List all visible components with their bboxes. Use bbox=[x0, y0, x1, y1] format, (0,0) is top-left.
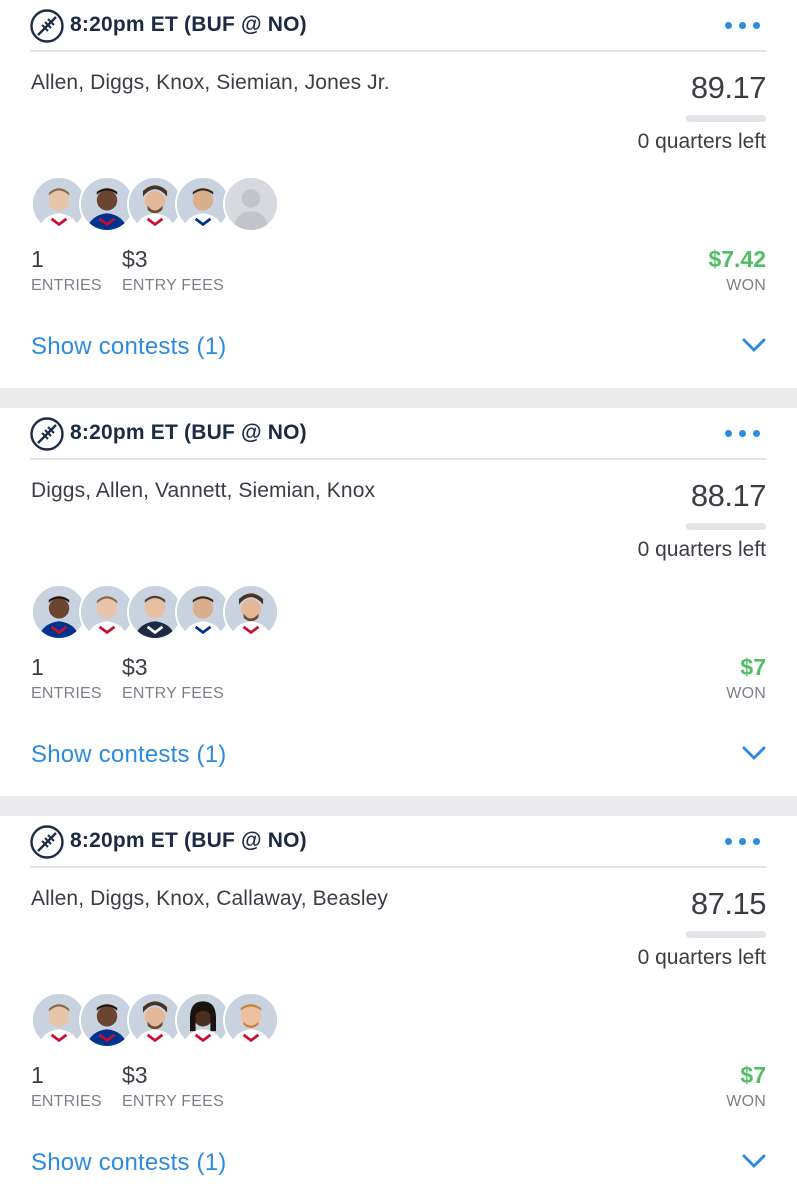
show-contests-link[interactable]: Show contests (1) bbox=[31, 741, 226, 769]
progress-bar bbox=[686, 931, 766, 938]
show-contests-link[interactable]: Show contests (1) bbox=[31, 1149, 226, 1177]
avatar-placeholder bbox=[223, 176, 279, 232]
progress-bar bbox=[686, 523, 766, 530]
entries-label: ENTRIES bbox=[31, 685, 102, 702]
won-amount: $7 bbox=[740, 654, 766, 680]
chevron-down-icon[interactable] bbox=[742, 1152, 766, 1170]
chevron-down-icon[interactable] bbox=[742, 336, 766, 354]
entry-fees-label: ENTRY FEES bbox=[122, 277, 224, 294]
lineup-score: 87.15 bbox=[690, 886, 767, 921]
won-amount: $7 bbox=[740, 1062, 766, 1088]
show-contests-link[interactable]: Show contests (1) bbox=[31, 333, 226, 361]
quarters-left: 0 quarters left bbox=[637, 130, 766, 153]
game-time: 8:20pm ET (BUF @ NO) bbox=[70, 13, 307, 36]
entries-label: ENTRIES bbox=[31, 1093, 102, 1110]
lineup-players: Diggs, Allen, Vannett, Siemian, Knox bbox=[31, 479, 376, 502]
won-label: WON bbox=[726, 1093, 766, 1110]
lineup-card[interactable]: 8:20pm ET (BUF @ NO) Allen, Diggs, Knox,… bbox=[0, 0, 797, 388]
won-label: WON bbox=[726, 685, 766, 702]
lineup-players: Allen, Diggs, Knox, Siemian, Jones Jr. bbox=[31, 71, 390, 94]
avatar bbox=[223, 992, 279, 1048]
quarters-left: 0 quarters left bbox=[637, 538, 766, 561]
lineup-card[interactable]: 8:20pm ET (BUF @ NO) Allen, Diggs, Knox,… bbox=[0, 816, 797, 1200]
game-time: 8:20pm ET (BUF @ NO) bbox=[70, 829, 307, 852]
game-time: 8:20pm ET (BUF @ NO) bbox=[70, 421, 307, 444]
player-avatars bbox=[31, 992, 291, 1050]
lineup-score: 89.17 bbox=[690, 70, 767, 105]
card-header: 8:20pm ET (BUF @ NO) bbox=[30, 0, 767, 52]
avatar bbox=[223, 584, 279, 640]
entry-fees-label: ENTRY FEES bbox=[122, 685, 224, 702]
player-avatars bbox=[31, 584, 291, 642]
entries-count: 1 bbox=[31, 654, 44, 680]
more-dots-icon[interactable] bbox=[725, 22, 761, 30]
entry-fees-value: $3 bbox=[122, 246, 148, 272]
progress-bar bbox=[686, 115, 766, 122]
entry-fees-value: $3 bbox=[122, 1062, 148, 1088]
football-icon bbox=[30, 825, 64, 859]
lineup-list: 8:20pm ET (BUF @ NO) Allen, Diggs, Knox,… bbox=[0, 0, 797, 1200]
card-header: 8:20pm ET (BUF @ NO) bbox=[30, 408, 767, 460]
football-icon bbox=[30, 9, 64, 43]
entries-label: ENTRIES bbox=[31, 277, 102, 294]
entries-count: 1 bbox=[31, 246, 44, 272]
football-icon bbox=[30, 417, 64, 451]
entry-fees-value: $3 bbox=[122, 654, 148, 680]
more-dots-icon[interactable] bbox=[725, 838, 761, 846]
won-amount: $7.42 bbox=[708, 246, 766, 272]
card-header: 8:20pm ET (BUF @ NO) bbox=[30, 816, 767, 868]
lineup-card[interactable]: 8:20pm ET (BUF @ NO) Diggs, Allen, Vanne… bbox=[0, 408, 797, 796]
won-label: WON bbox=[726, 277, 766, 294]
player-avatars bbox=[31, 176, 291, 234]
more-dots-icon[interactable] bbox=[725, 430, 761, 438]
chevron-down-icon[interactable] bbox=[742, 744, 766, 762]
entry-fees-label: ENTRY FEES bbox=[122, 1093, 224, 1110]
entries-count: 1 bbox=[31, 1062, 44, 1088]
lineup-players: Allen, Diggs, Knox, Callaway, Beasley bbox=[31, 887, 388, 910]
lineup-score: 88.17 bbox=[690, 478, 767, 513]
quarters-left: 0 quarters left bbox=[637, 946, 766, 969]
